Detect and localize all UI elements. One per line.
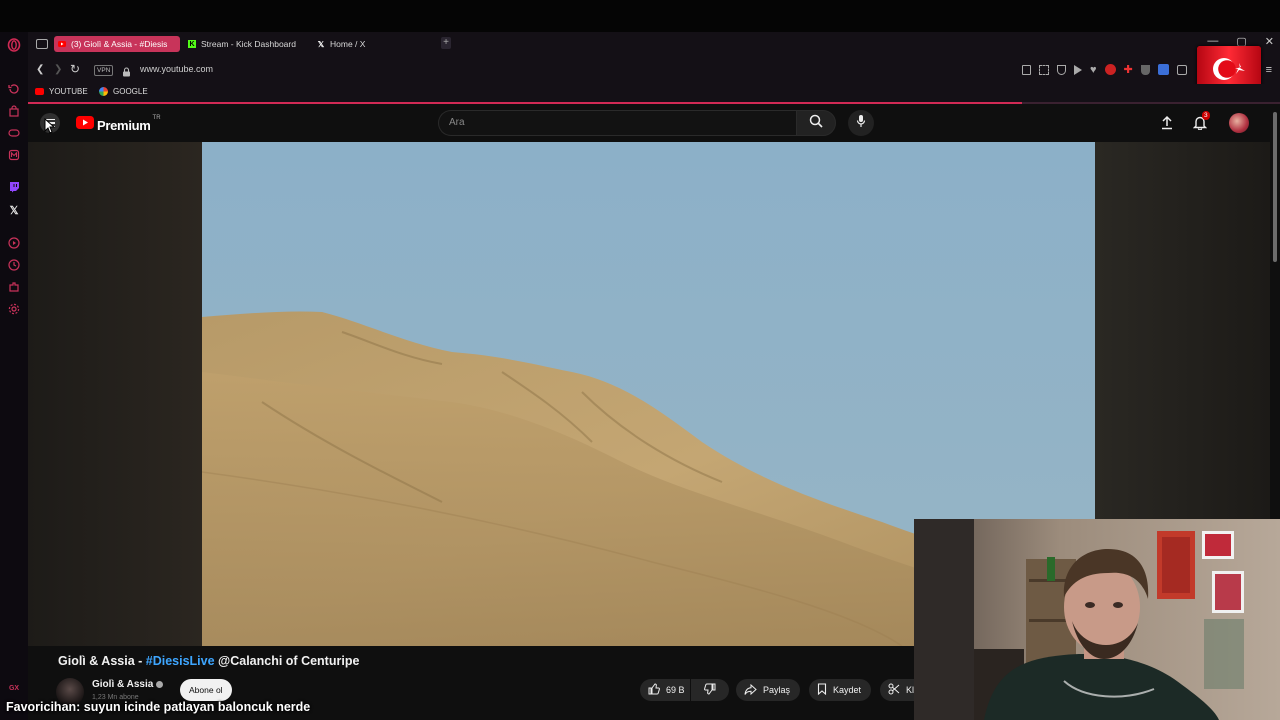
address-bar-row: ❮ ❯ ↻ VPN www.youtube.com ♥ ✚ ≡ [28,56,1280,84]
like-count: 69 B [666,685,685,695]
webcam-overlay [914,519,1280,720]
extension-shield-icon[interactable] [1140,64,1150,75]
bookmark-label: YOUTUBE [49,87,88,96]
upload-icon [1160,115,1174,134]
upload-button[interactable] [1160,115,1174,135]
extension-red-icon[interactable] [1104,64,1116,75]
thumbs-up-icon [648,683,660,697]
reload-icon[interactable]: ↻ [70,62,80,76]
messenger-icon[interactable] [6,147,22,163]
verified-icon [156,681,163,688]
youtube-premium-logo[interactable]: Premium TR [76,115,161,134]
browser-sidebar: 𝕏 GX [0,32,28,720]
tab-x-home[interactable]: 𝕏 Home / X [313,36,427,52]
translate-icon[interactable] [1157,64,1169,75]
x-icon: 𝕏 [317,39,325,49]
dislike-button[interactable] [691,679,729,701]
tab-kick-dashboard[interactable]: K Stream - Kick Dashboard [184,36,310,52]
settings-gear-icon[interactable] [6,301,22,317]
twitch-icon[interactable] [6,179,22,195]
search-input[interactable]: Ara [438,110,796,136]
share-button[interactable]: Paylaş [736,679,801,701]
url-field[interactable]: www.youtube.com [140,64,213,74]
chat-username: Favoricihan [6,700,77,714]
notification-count-badge: 3 [1202,111,1210,120]
back-icon[interactable]: ❮ [36,64,44,75]
video-title-prefix: Giolì & Assia - [58,654,146,668]
google-icon [99,87,108,96]
youtube-icon [35,88,44,95]
like-button[interactable]: 69 B [640,679,690,701]
save-label: Kaydet [833,685,862,695]
thumbs-down-icon [704,683,716,697]
search-placeholder: Ara [449,117,465,128]
kick-icon: K [188,40,196,48]
forward-icon[interactable]: ❯ [54,64,62,75]
microphone-icon [856,114,866,133]
video-title-suffix: @Calanchi of Centuripe [214,654,360,668]
shield-icon[interactable] [1057,64,1066,75]
youtube-icon [58,40,66,48]
clock-icon[interactable] [6,257,22,273]
menu-icon[interactable]: ≡ [1266,64,1272,76]
scissors-icon [888,683,900,697]
screenshot-icon[interactable] [1039,64,1049,75]
player-side-fill [1095,142,1270,519]
gx-label: GX [8,684,20,692]
lock-icon [122,64,131,82]
close-icon[interactable]: ✕ [1265,35,1274,48]
play-icon[interactable] [1074,64,1082,75]
tab-bar: (3) Giolì & Assia - #Diesis K Stream - K… [28,32,1280,56]
tab-label: Home / X [330,39,366,49]
scrollbar-thumb[interactable] [1273,112,1277,262]
game-controller-icon[interactable] [6,125,22,141]
new-tab-button[interactable]: + [441,37,451,49]
channel-name[interactable]: Giolì & Assia [92,679,153,690]
bookmark-icon [817,683,827,697]
window-top-strip [0,0,1280,32]
share-icon [744,683,757,697]
history-icon[interactable] [6,81,22,97]
shopping-bag-icon[interactable] [6,103,22,119]
tab-youtube[interactable]: (3) Giolì & Assia - #Diesis [54,36,180,52]
notifications-button[interactable]: 3 [1192,111,1210,135]
toolbar-extension-icons: ♥ ✚ [1022,64,1187,75]
mouse-cursor [44,117,56,139]
opera-logo-icon[interactable] [6,37,22,53]
account-avatar[interactable] [1229,113,1249,133]
clip-button[interactable]: Kl [880,679,914,701]
bookmark-youtube[interactable]: YOUTUBE [35,87,88,96]
tab-manager-icon[interactable] [36,39,48,49]
tab-label: Stream - Kick Dashboard [201,39,296,49]
extension-cross-icon[interactable]: ✚ [1124,64,1133,75]
search-button[interactable] [796,110,836,136]
extensions-icon[interactable] [6,279,22,295]
search-icon [809,114,823,133]
bookmark-label: GOOGLE [113,87,148,96]
share-label: Paylaş [763,685,791,695]
chat-message-text: : suyun icinde patlayan baloncuk nerde [76,700,311,714]
logo-text: Premium [97,117,151,133]
chat-message-overlay: Favoricihan : suyun icinde patlayan balo… [6,697,310,717]
hashtag-link[interactable]: #DiesisLive [146,654,215,668]
bookmarks-bar: YOUTUBE GOOGLE [28,84,1280,102]
clip-label: Kl [906,685,914,695]
youtube-logo-icon [76,116,94,134]
voice-search-button[interactable] [848,110,874,136]
save-button[interactable]: Kaydet [809,679,872,701]
bookmark-google[interactable]: GOOGLE [99,87,148,96]
region-code: TR [152,115,161,121]
vpn-badge[interactable]: VPN [94,65,114,76]
heart-icon[interactable]: ♥ [1090,64,1097,75]
subscribe-label: Abone ol [189,685,223,695]
player-icon[interactable] [6,235,22,251]
video-title: Giolì & Assia - #DiesisLive @Calanchi of… [58,654,359,668]
bookmark-pin-icon[interactable] [1022,64,1031,75]
puzzle-icon[interactable] [1176,64,1187,75]
x-twitter-icon[interactable]: 𝕏 [6,202,22,218]
tab-label: (3) Giolì & Assia - #Diesis [71,39,168,49]
